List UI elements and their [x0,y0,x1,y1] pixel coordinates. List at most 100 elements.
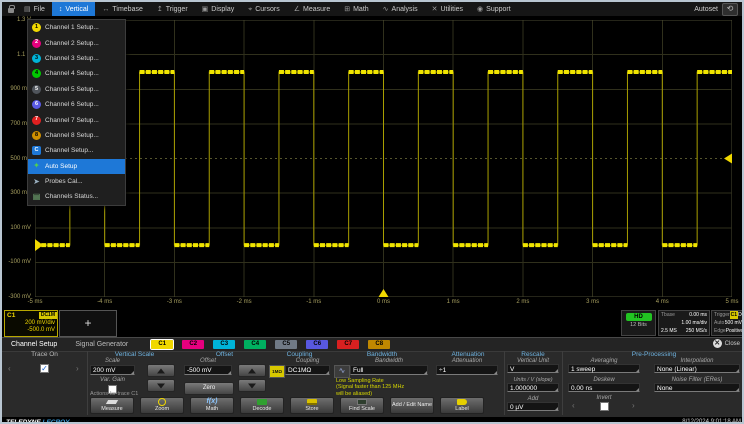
scale-field[interactable]: 200 mV [90,365,135,375]
menu-file[interactable]: ▤File [17,2,52,16]
channel-chip-c2[interactable]: C2 [182,340,204,349]
menu-item-channel-setup[interactable]: CChannel Setup... [28,143,125,158]
menu-timebase[interactable]: ↔Timebase [95,2,149,16]
add-trace-button[interactable]: + [59,310,117,337]
menu-analysis[interactable]: ∿Analysis [376,2,425,16]
c1-ground-marker[interactable] [35,239,43,251]
noise-filter-field[interactable]: None [654,383,740,392]
action-button-label: Add / Edit Name [392,403,432,409]
close-panel-button[interactable]: ✕ Close [713,339,740,348]
find-scale-button[interactable]: Find Scale [340,397,384,414]
deskew-field[interactable]: 0.00 ns [568,383,640,392]
trigger-time-marker[interactable] [379,289,389,297]
store-button[interactable]: Store [290,397,334,414]
menu-trigger[interactable]: ↥Trigger [150,2,195,16]
channel-chip-c4[interactable]: C4 [244,340,266,349]
action-button-label: Store [305,407,318,413]
menu-math[interactable]: ⊞Math [337,2,375,16]
menu-item-channel-6-setup[interactable]: 6Channel 6 Setup... [28,97,125,112]
y-tick-label: -100 mV [2,259,31,265]
vertical-unit-field[interactable]: V [507,364,559,373]
trigger-level-marker[interactable] [724,154,732,164]
file-icon: ▤ [24,6,31,13]
menu-item-probes-cal[interactable]: ➤Probes Cal... [28,174,125,189]
add-field[interactable]: 0 µV [507,402,559,411]
trigger-descriptor[interactable]: TriggerC1DC Auto500 mV EdgePositive [711,310,744,336]
lock-icon[interactable] [8,8,14,13]
measure-button[interactable]: Measure [90,397,134,414]
invert-prev-arrow[interactable]: ‹ [572,401,575,410]
scale-down-button[interactable] [147,379,175,392]
channels-status-icon: ▤ [32,192,41,201]
channel-c1-descriptor[interactable]: C1 DC1M 200 mV/div -500.0 mV [4,310,58,337]
trace-on-label: Trace On [2,351,87,358]
menu-item-channel-7-setup[interactable]: 7Channel 7 Setup... [28,112,125,127]
interpolation-field[interactable]: None (Linear) [654,364,740,373]
offset-field[interactable]: -500 mV [184,365,232,375]
invert-next-arrow[interactable]: › [632,401,635,410]
close-label: Close [725,341,740,347]
menu-utilities[interactable]: ✕Utilities [425,2,470,16]
menu-support[interactable]: ◉Support [470,2,518,16]
menu-cursors[interactable]: ⌖Cursors [241,2,286,16]
menu-item-channel-3-setup[interactable]: 3Channel 3 Setup... [28,51,125,66]
prev-trace-arrow[interactable]: ‹ [8,364,11,373]
timebase-position: 0.00 ms [689,311,707,319]
channel-chip-c3[interactable]: C3 [213,340,235,349]
x-tick-label: 1 ms [447,299,460,305]
timebase-descriptor[interactable]: Tbase0.00 ms 1.00 ms/div 2.5 MS250 MS/s [658,310,710,336]
attenuation-field[interactable]: ÷1 [436,365,498,375]
trigger-level: 500 mV [725,319,742,327]
decode-button[interactable]: Decode [240,397,284,414]
zoom-button[interactable]: Zoom [140,397,184,414]
analysis-icon: ∿ [383,6,389,13]
units-per-v-field[interactable]: 1.000000 [507,383,559,392]
menu-label: Analysis [392,6,418,13]
offset-up-button[interactable] [238,364,266,377]
trigger-label: Trigger [714,311,730,319]
channel-chip-c5[interactable]: C5 [275,340,297,349]
tab-signal-generator[interactable]: Signal Generator [66,341,137,348]
zero-offset-button[interactable]: Zero [184,382,234,395]
menu-measure[interactable]: ∠Measure [287,2,338,16]
autoset-button[interactable]: Autoset [694,6,718,13]
menu-item-channel-4-setup[interactable]: 4Channel 4 Setup... [28,66,125,81]
menu-item-channels-status[interactable]: ▤Channels Status... [28,189,125,204]
label-button[interactable]: Label [440,397,484,414]
cursors-icon: ⌖ [248,6,252,13]
menu-vertical[interactable]: ↕Vertical [52,2,95,16]
next-trace-arrow[interactable]: › [76,364,79,373]
channel-chip-c1[interactable]: C1 [151,340,173,349]
channel-8-setup-icon: 8 [32,131,41,140]
menu-label: File [34,6,45,13]
menu-item-channel-5-setup[interactable]: 5Channel 5 Setup... [28,82,125,97]
invert-checkbox[interactable] [600,402,609,411]
trace-on-checkbox[interactable]: ✓ [40,364,49,373]
menu-item-channel-8-setup[interactable]: 8 Channel 8 Setup... [28,128,125,143]
x-tick-label: 2 ms [516,299,529,305]
offset-label: Offset [184,358,232,364]
menu-item-channel-2-setup[interactable]: 2Channel 2 Setup... [28,35,125,50]
hd-mode-descriptor[interactable]: HD 12 Bits [621,310,656,336]
menu-item-channel-1-setup[interactable]: 1Channel 1 Setup... [28,20,125,35]
channel-chip-c7[interactable]: C7 [337,340,359,349]
menu-item-auto-setup[interactable]: ✦Auto Setup [28,159,125,174]
channel-5-setup-icon: 5 [32,85,41,94]
undo-autoset-icon[interactable]: ⟲ [722,3,738,16]
channel-chip-c8[interactable]: C8 [368,340,390,349]
math-button[interactable]: f(x)Math [190,397,234,414]
x-tick-label: 4 ms [656,299,669,305]
scale-up-button[interactable] [147,364,175,377]
sampling-rate-warning: Low Sampling Rate (Signal faster than 12… [336,378,432,397]
menu-item-label: Channel 8 Setup... [45,132,99,139]
averaging-field[interactable]: 1 sweep [568,364,640,373]
add-edit-name-button[interactable]: Add / Edit Name [390,397,434,414]
channel-chip-c6[interactable]: C6 [306,340,328,349]
offset-down-button[interactable] [238,379,266,392]
status-bar: TELEDYNE LECROY 8/12/2024 9:01:18 AM [2,416,744,424]
menu-display[interactable]: ▣Display [195,2,242,16]
bandwidth-field[interactable]: Full [350,365,428,375]
coupling-field[interactable]: DC1MΩ [285,365,330,375]
x-tick-label: -4 ms [97,299,112,305]
tab-channel-setup[interactable]: Channel Setup [2,341,66,348]
